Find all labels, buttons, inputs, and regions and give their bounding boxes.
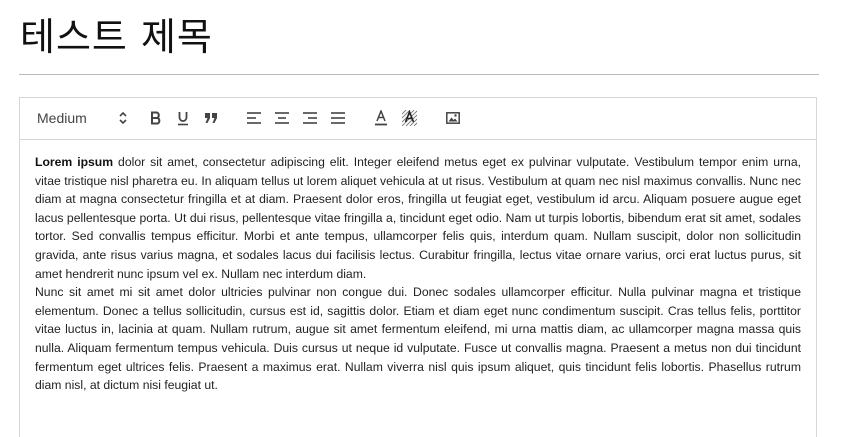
align-center-icon <box>275 112 289 124</box>
align-center-button[interactable] <box>274 109 290 127</box>
align-left-icon <box>247 112 261 124</box>
bold-button[interactable] <box>148 109 164 127</box>
background-color-icon <box>401 110 417 126</box>
insert-image-button[interactable] <box>445 109 461 127</box>
select-arrows-icon <box>119 111 127 125</box>
underline-icon <box>178 111 188 125</box>
title-divider <box>19 74 819 75</box>
page-title: 테스트 제목 <box>20 15 213 59</box>
editor-toolbar: Medium <box>20 98 816 140</box>
quote-icon <box>205 113 217 123</box>
align-right-icon <box>303 112 317 124</box>
content-paragraph: Nunc sit amet mi sit amet dolor ultricie… <box>35 285 801 393</box>
align-left-button[interactable] <box>246 109 262 127</box>
text-color-button[interactable] <box>373 109 389 127</box>
align-right-button[interactable] <box>302 109 318 127</box>
font-size-select[interactable]: Medium <box>37 109 127 127</box>
rich-text-editor: Medium Lorem ipsum dolor sit amet, conse… <box>19 97 817 437</box>
align-justify-button[interactable] <box>330 109 346 127</box>
align-justify-icon <box>331 112 345 124</box>
font-size-value: Medium <box>37 110 87 126</box>
editor-content[interactable]: Lorem ipsum dolor sit amet, consectetur … <box>20 140 816 395</box>
underline-button[interactable] <box>175 109 191 127</box>
text-color-icon <box>375 110 387 126</box>
content-paragraph: Lorem ipsum dolor sit amet, consectetur … <box>35 153 801 283</box>
background-color-button[interactable] <box>401 109 417 127</box>
bold-icon <box>151 111 161 125</box>
bold-text: Lorem ipsum <box>35 155 114 169</box>
image-icon <box>446 112 460 124</box>
blockquote-button[interactable] <box>203 109 219 127</box>
paragraph-text: dolor sit amet, consectetur adipiscing e… <box>35 155 801 281</box>
